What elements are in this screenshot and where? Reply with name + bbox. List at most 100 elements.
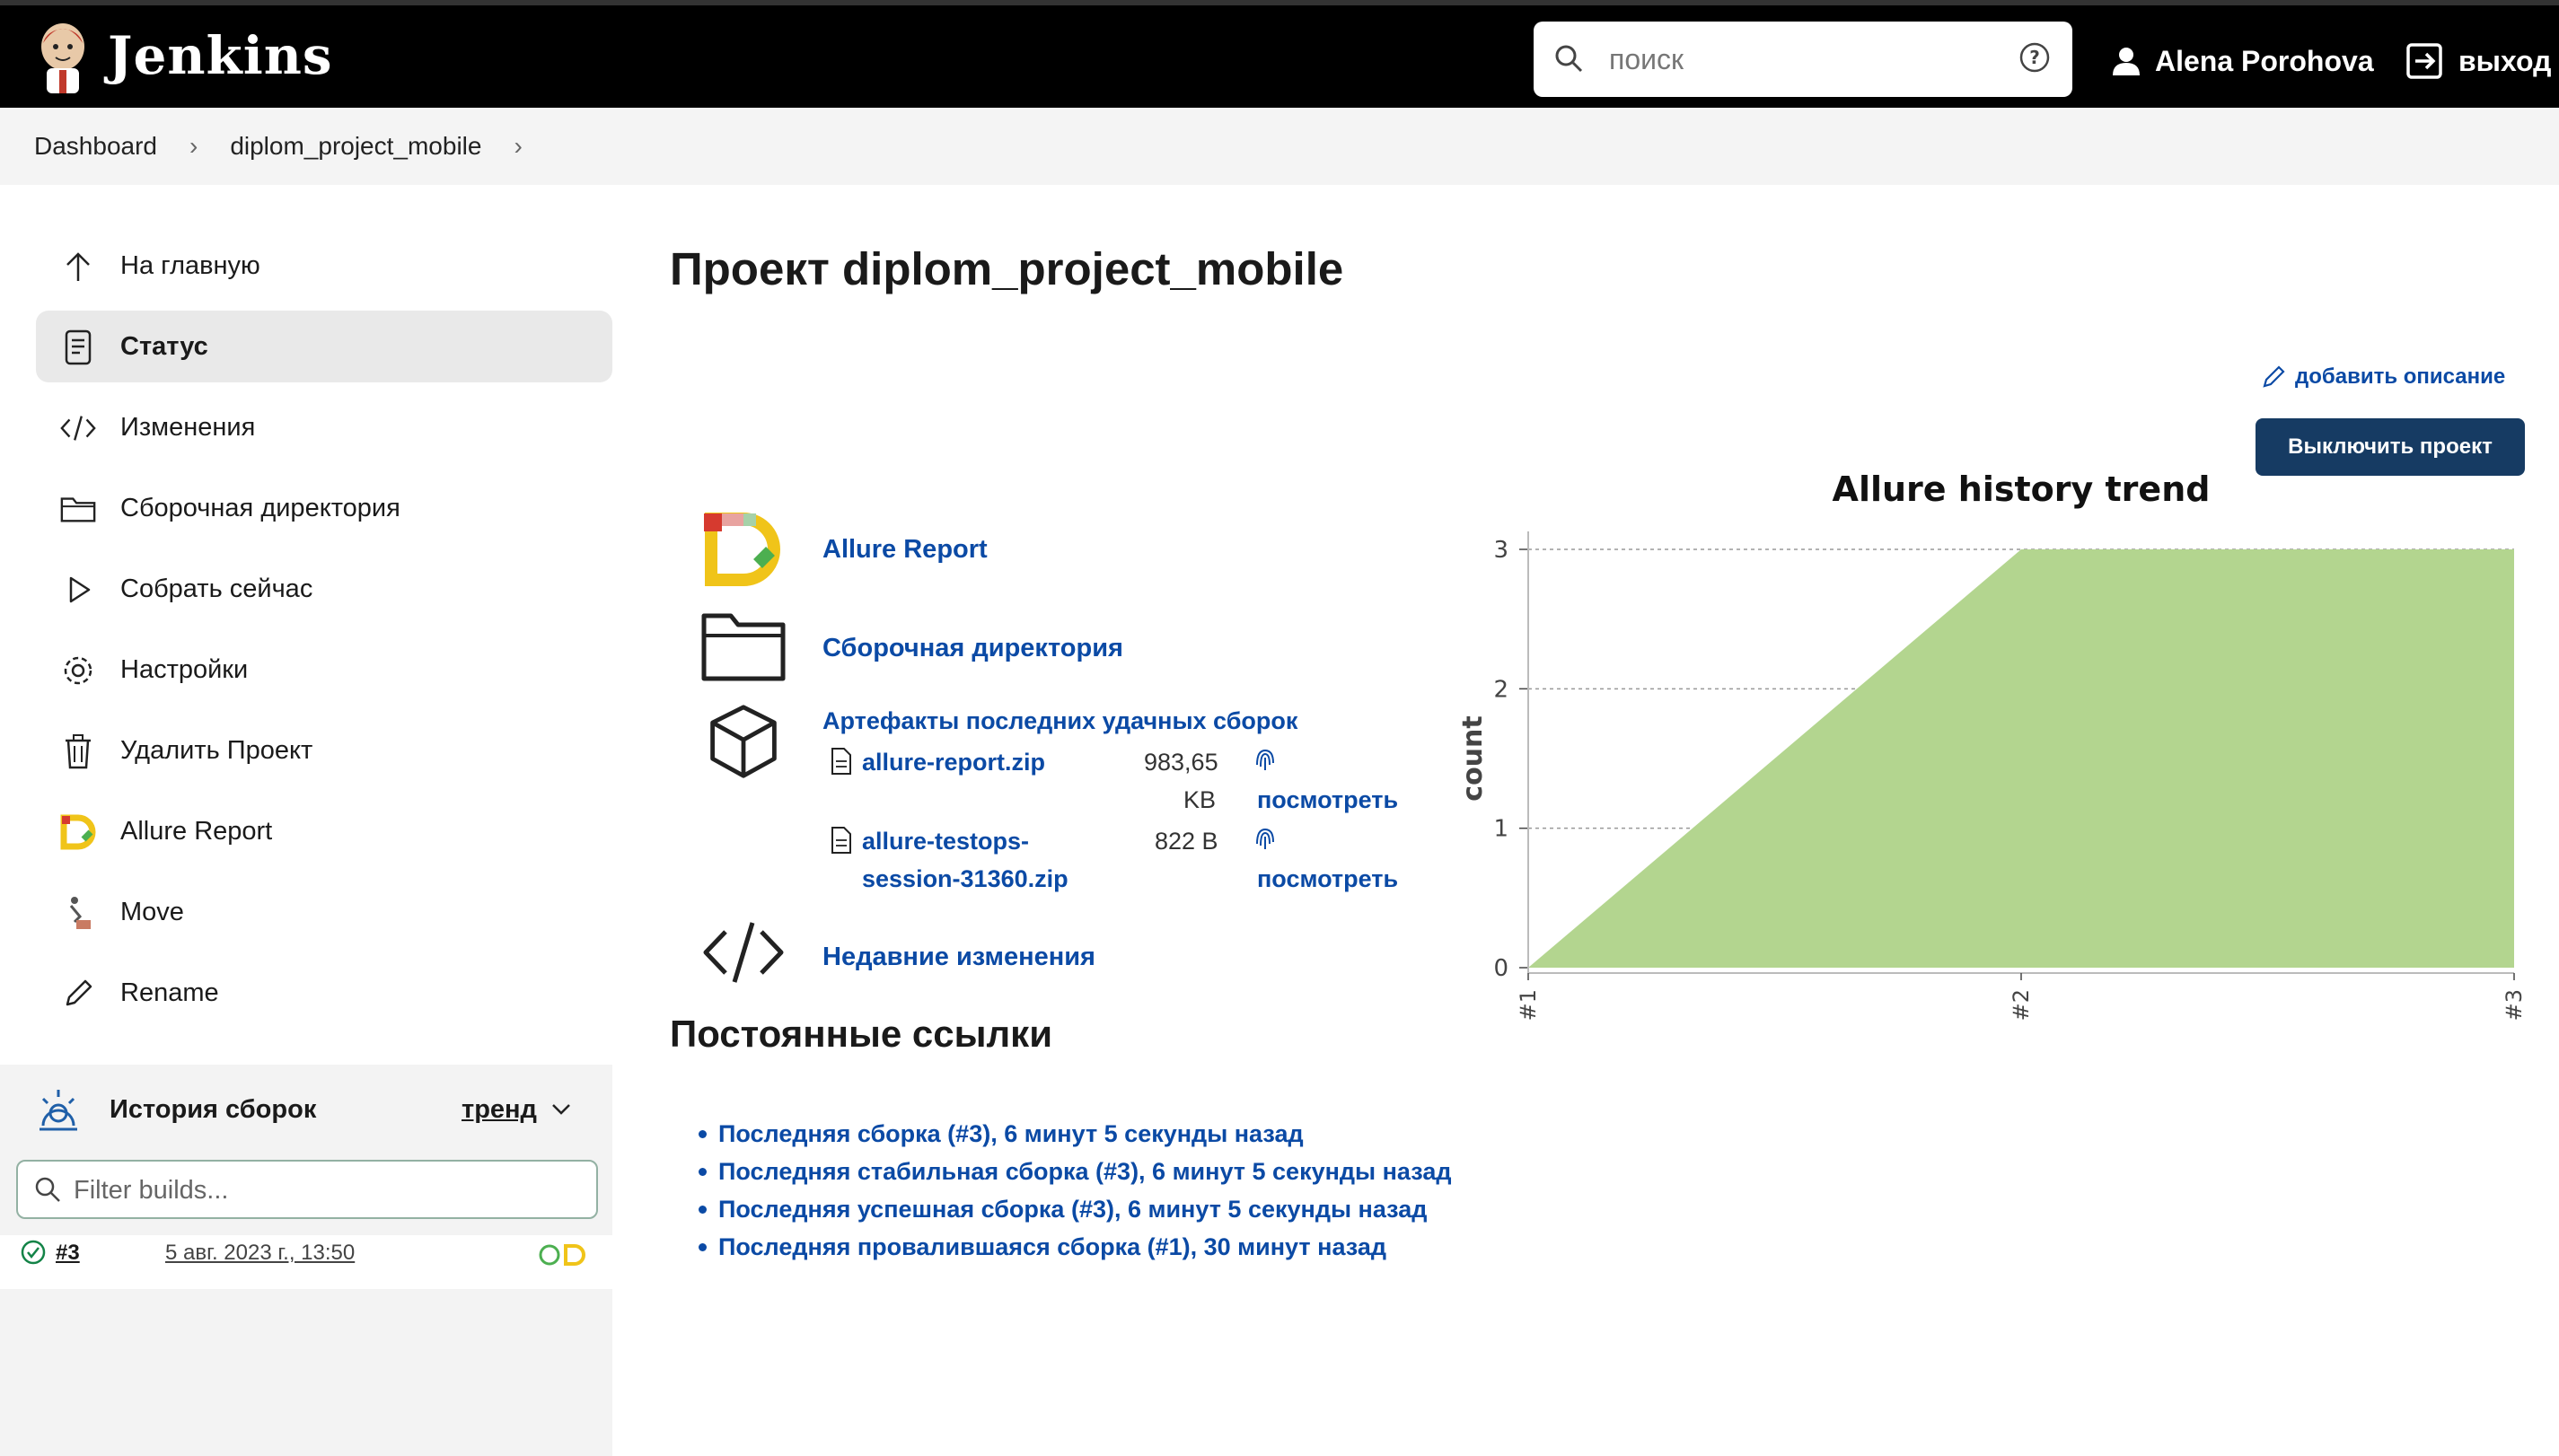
code-icon — [59, 409, 97, 447]
svg-text:?: ? — [2029, 47, 2040, 68]
sidebar-item-move[interactable]: Move — [36, 876, 612, 948]
sidebar-item-label: На главную — [120, 250, 260, 280]
search-icon — [1555, 45, 1583, 73]
sidebar-item-build-now[interactable]: Собрать сейчас — [36, 553, 612, 625]
artifact-name-continued[interactable]: session-31360.zip — [862, 865, 1068, 893]
play-icon — [59, 571, 97, 609]
permalink-last-failed[interactable]: Последняя провалившаяся сборка (#1), 30 … — [718, 1233, 1386, 1260]
build-number[interactable]: #3 — [56, 1241, 80, 1266]
y-tick-label: 0 — [1493, 955, 1508, 982]
artifact-name[interactable]: allure-testops- — [862, 828, 1029, 855]
sidebar-item-label: Move — [120, 897, 184, 926]
user-menu[interactable]: Alena Porohova — [2110, 41, 2374, 81]
sidebar-item-allure-report[interactable]: Allure Report — [36, 795, 612, 867]
file-icon — [831, 827, 851, 854]
code-icon — [703, 922, 784, 983]
add-description-link[interactable]: добавить описание — [2261, 364, 2505, 390]
allure-badge-icon[interactable] — [537, 1241, 591, 1266]
arrow-up-icon — [59, 248, 97, 285]
user-name: Alena Porohova — [2155, 44, 2374, 77]
allure-report-link[interactable]: Allure Report — [822, 535, 988, 565]
permalinks-list: Последняя сборка (#3), 6 минут 5 секунды… — [699, 1115, 1452, 1266]
area-series — [1528, 549, 2514, 968]
allure-trend-chart-svg[interactable]: Allure history trend 0 1 2 3 #1 #2 #3 count — [1455, 467, 2532, 1023]
allure-trend-chart[interactable]: Allure history trend 0 1 2 3 #1 #2 #3 count — [1455, 467, 2532, 1023]
sidebar-item-delete[interactable]: Удалить Проект — [36, 715, 612, 786]
x-tick-label: #3 — [2502, 989, 2527, 1021]
search-icon — [35, 1177, 60, 1202]
list-item: Последняя стабильная сборка (#3), 6 мину… — [699, 1153, 1452, 1190]
logout-icon — [2406, 43, 2442, 79]
build-date[interactable]: 5 авг. 2023 г., 13:50 — [165, 1241, 355, 1266]
document-icon — [59, 329, 97, 366]
permalink-last-stable[interactable]: Последняя стабильная сборка (#3), 6 мину… — [718, 1158, 1452, 1185]
sidebar-item-label: Allure Report — [120, 816, 273, 846]
build-history-title: История сборок — [110, 1094, 317, 1124]
build-row[interactable]: #3 5 авг. 2023 г., 13:50 — [0, 1235, 612, 1289]
fingerprint-icon[interactable] — [1252, 745, 1279, 774]
sidebar-item-home[interactable]: На главную — [36, 230, 612, 302]
sidebar-item-label: Удалить Проект — [120, 735, 313, 765]
list-item: Последняя успешная сборка (#3), 6 минут … — [699, 1190, 1452, 1228]
user-icon — [2113, 48, 2140, 75]
jenkins-logo-icon[interactable] — [34, 20, 92, 95]
sidebar-item-label: Собрать сейчас — [120, 574, 313, 603]
search-box[interactable]: ? — [1534, 22, 2072, 97]
artifact-name[interactable]: allure-report.zip — [862, 749, 1045, 776]
sidebar-item-settings[interactable]: Настройки — [36, 634, 612, 706]
sidebar-item-label: Настройки — [120, 654, 249, 684]
pencil-icon — [59, 975, 97, 1013]
package-icon — [710, 705, 777, 778]
sidebar: На главную Статус Изменения Сборочная ди… — [0, 185, 620, 1456]
y-tick-label: 1 — [1493, 816, 1508, 843]
list-item: Последняя сборка (#3), 6 минут 5 секунды… — [699, 1115, 1452, 1153]
help-icon[interactable]: ? — [2018, 41, 2051, 74]
y-tick-label: 3 — [1493, 537, 1508, 564]
allure-icon — [59, 813, 97, 851]
permalink-last-build[interactable]: Последняя сборка (#3), 6 минут 5 секунды… — [718, 1120, 1304, 1147]
x-tick-label: #2 — [2009, 989, 2034, 1021]
top-header: Jenkins ? Alena Porohova выход — [0, 0, 2559, 108]
sidebar-item-label: Rename — [120, 978, 219, 1007]
page-title: Проект diplom_project_mobile — [670, 243, 1344, 294]
artifact-size: 983,65 — [1144, 749, 1218, 776]
file-icon — [831, 748, 851, 775]
artifacts-link[interactable]: Артефакты последних удачных сборок — [822, 707, 1297, 735]
sidebar-item-status[interactable]: Статус — [36, 311, 612, 382]
breadcrumb-project[interactable]: diplom_project_mobile — [230, 132, 481, 161]
logout-button[interactable]: выход — [2406, 41, 2551, 81]
add-description-label: добавить описание — [2295, 364, 2506, 389]
artifact-view-link[interactable]: посмотреть — [1257, 786, 1398, 814]
sidebar-item-label: Изменения — [120, 412, 256, 442]
x-tick-label: #1 — [1516, 989, 1541, 1021]
permalink-last-successful[interactable]: Последняя успешная сборка (#3), 6 минут … — [718, 1196, 1427, 1223]
sidebar-item-rename[interactable]: Rename — [36, 957, 612, 1029]
trash-icon — [59, 732, 97, 770]
sidebar-item-label: Статус — [120, 331, 208, 361]
breadcrumb-separator-icon: › — [189, 132, 198, 160]
breadcrumb-dropdown-icon[interactable]: › — [514, 132, 522, 161]
artifact-size-unit: KB — [1183, 786, 1217, 813]
gear-icon — [59, 652, 97, 689]
trend-link[interactable]: тренд — [462, 1095, 537, 1125]
sidebar-item-label: Сборочная директория — [120, 493, 400, 522]
chart-title: Allure history trend — [1833, 469, 2211, 509]
chevron-down-icon[interactable] — [550, 1097, 573, 1120]
filter-builds-box[interactable] — [16, 1160, 598, 1219]
filter-builds-input[interactable] — [72, 1171, 578, 1210]
folder-icon — [59, 490, 97, 528]
sidebar-item-changes[interactable]: Изменения — [36, 391, 612, 463]
search-input[interactable] — [1607, 36, 1988, 83]
recent-changes-link[interactable]: Недавние изменения — [822, 943, 1095, 972]
breadcrumb-dashboard[interactable]: Dashboard — [34, 132, 157, 161]
y-axis-label: count — [1457, 715, 1489, 801]
fingerprint-icon[interactable] — [1252, 824, 1279, 853]
move-icon — [59, 894, 97, 932]
sidebar-item-workspace[interactable]: Сборочная директория — [36, 472, 612, 544]
workspace-link[interactable]: Сборочная директория — [822, 634, 1123, 663]
build-history-icon — [40, 1090, 77, 1131]
logout-label: выход — [2458, 44, 2552, 77]
brand-title[interactable]: Jenkins — [108, 25, 333, 86]
artifact-size: 822 B — [1155, 828, 1218, 855]
artifact-view-link[interactable]: посмотреть — [1257, 865, 1398, 893]
